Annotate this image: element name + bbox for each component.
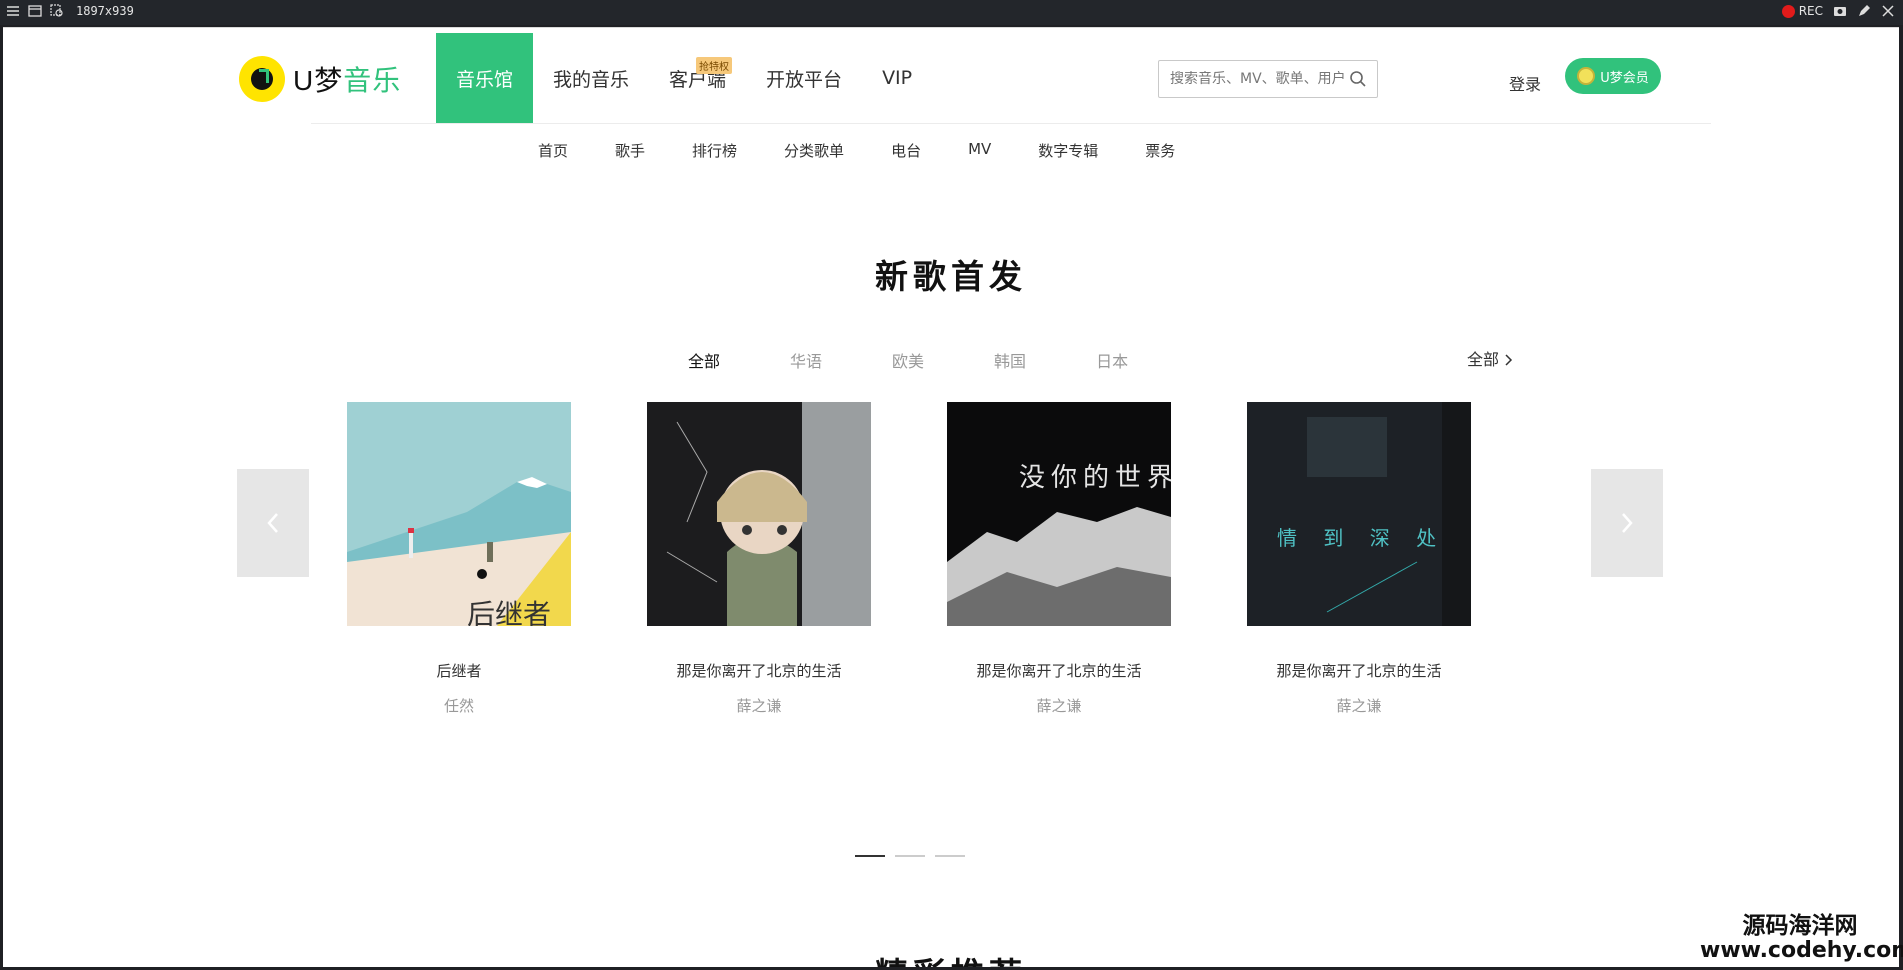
subnav-playlists[interactable]: 分类歌单 (784, 140, 844, 161)
nav-client[interactable]: 客户端 抢特权 (649, 33, 746, 123)
carousel-prev-button[interactable] (237, 469, 309, 577)
song-title[interactable]: 那是你离开了北京的生活 (947, 660, 1171, 681)
album-cover[interactable]: 没你的世界 (947, 402, 1171, 626)
carousel-pagination (855, 855, 965, 857)
vip-member-button[interactable]: U梦会员 (1565, 58, 1661, 94)
capture-dimensions: 1897x939 (76, 4, 134, 18)
cover-text: 情 到 深 处 (1277, 526, 1446, 550)
nav-my-music[interactable]: 我的音乐 (533, 33, 649, 123)
song-artist[interactable]: 薛之谦 (1247, 695, 1471, 716)
song-card[interactable]: 后继者 后继者 任然 (347, 402, 571, 716)
album-cover[interactable]: 后继者 (347, 402, 571, 626)
song-title[interactable]: 那是你离开了北京的生活 (647, 660, 871, 681)
song-artist[interactable]: 任然 (347, 695, 571, 716)
subnav-mv[interactable]: MV (968, 140, 991, 161)
tab-western[interactable]: 欧美 (892, 348, 924, 372)
subnav-charts[interactable]: 排行榜 (692, 140, 737, 161)
next-section-title: 精彩推荐 (3, 948, 1899, 967)
vip-coin-icon (1577, 67, 1596, 85)
nav-vip[interactable]: VIP (862, 33, 932, 123)
tab-all[interactable]: 全部 (688, 348, 720, 372)
page-dot[interactable] (895, 855, 925, 857)
recorder-toolbar: 1897x939 REC (0, 0, 1903, 25)
login-link[interactable]: 登录 (1509, 71, 1541, 95)
region-select-icon[interactable] (50, 4, 64, 18)
page-dot[interactable] (935, 855, 965, 857)
window-icon[interactable] (28, 4, 42, 18)
site-logo[interactable]: U梦音乐 (239, 56, 415, 102)
nav-music-hall[interactable]: 音乐馆 (436, 33, 534, 123)
vip-member-label: U梦会员 (1600, 70, 1649, 86)
tab-korean[interactable]: 韩国 (994, 348, 1026, 372)
section-title: 新歌首发 (875, 257, 1027, 296)
record-icon[interactable] (1781, 4, 1795, 18)
close-icon[interactable] (1881, 4, 1895, 18)
logo-icon (239, 56, 285, 102)
song-artist[interactable]: 薛之谦 (647, 695, 871, 716)
song-card[interactable]: 那是你离开了北京的生活 薛之谦 (647, 402, 871, 716)
rec-label: REC (1798, 4, 1823, 18)
song-title[interactable]: 那是你离开了北京的生活 (1247, 660, 1471, 681)
tab-japanese[interactable]: 日本 (1096, 348, 1128, 372)
chevron-left-icon (267, 513, 278, 533)
page-dot[interactable] (855, 855, 885, 857)
chevron-right-icon (1505, 354, 1513, 366)
region-tabs: 全部 华语 欧美 韩国 日本 (688, 348, 1198, 372)
watermark: 源码海洋网 www.codehy.com (1700, 913, 1903, 964)
search-input[interactable] (1170, 71, 1350, 87)
cover-text: 后继者 (467, 598, 551, 626)
pen-icon[interactable] (1857, 4, 1871, 18)
view-all-link[interactable]: 全部 (1467, 346, 1513, 370)
browser-viewport: U梦音乐 音乐馆 我的音乐 客户端抢特权 开放平台 VIP 登录 U梦会员 首页… (3, 27, 1899, 967)
subnav-home[interactable]: 首页 (538, 140, 568, 161)
tab-chinese[interactable]: 华语 (790, 348, 822, 372)
privilege-badge: 抢特权 (696, 57, 733, 74)
song-card[interactable]: 没你的世界 那是你离开了北京的生活 薛之谦 (947, 402, 1171, 716)
camera-icon[interactable] (1833, 4, 1847, 18)
chevron-right-icon (1622, 513, 1633, 533)
subnav-digital-albums[interactable]: 数字专辑 (1038, 140, 1098, 161)
subnav-singers[interactable]: 歌手 (615, 140, 645, 161)
search-icon[interactable] (1349, 70, 1367, 88)
main-nav: 音乐馆 我的音乐 客户端 抢特权 开放平台 VIP (436, 33, 932, 123)
album-cover[interactable] (647, 402, 871, 626)
album-cover[interactable]: 情 到 深 处 (1247, 402, 1471, 626)
subnav-radio[interactable]: 电台 (891, 140, 921, 161)
sub-nav: 首页 歌手 排行榜 分类歌单 电台 MV 数字专辑 票务 (538, 140, 1222, 161)
song-artist[interactable]: 薛之谦 (947, 695, 1171, 716)
subnav-tickets[interactable]: 票务 (1145, 140, 1175, 161)
song-title[interactable]: 后继者 (347, 660, 571, 681)
search-box (1158, 60, 1378, 98)
header-divider (311, 123, 1711, 124)
logo-text: U梦音乐 (293, 65, 402, 96)
nav-open-platform[interactable]: 开放平台 (746, 33, 862, 123)
menu-icon[interactable] (6, 4, 20, 18)
song-card[interactable]: 情 到 深 处 那是你离开了北京的生活 薛之谦 (1247, 402, 1471, 716)
carousel-next-button[interactable] (1591, 469, 1663, 577)
cover-text: 没你的世界 (1019, 463, 1171, 493)
